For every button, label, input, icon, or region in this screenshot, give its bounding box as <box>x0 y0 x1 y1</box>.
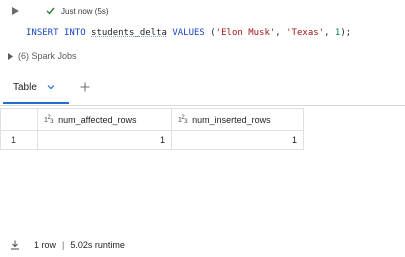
code-keyword: INSERT <box>26 28 59 38</box>
column-header-label: num_inserted_rows <box>192 114 271 125</box>
table-header-row: 123 num_affected_rows 123 num_inserted_r… <box>0 108 304 131</box>
code-punct: ); <box>340 28 352 38</box>
code-string: 'Elon Musk' <box>215 28 276 38</box>
code-keyword: VALUES <box>172 28 205 38</box>
run-cell-icon[interactable] <box>10 6 20 16</box>
column-header-num-affected-rows[interactable]: 123 num_affected_rows <box>37 108 172 131</box>
results-tabs: Table <box>0 72 405 106</box>
integer-type-icon: 123 <box>178 114 188 125</box>
row-index: 1 <box>0 130 38 150</box>
row-count: 1 row <box>34 240 57 250</box>
add-tab-icon[interactable] <box>79 81 91 93</box>
status-text: Just now (5s) <box>61 6 109 16</box>
notebook-cell: Just now (5s) INSERT INTO students_delta… <box>0 0 405 257</box>
code-keyword: INTO <box>63 28 86 38</box>
column-header-label: num_affected_rows <box>58 114 137 125</box>
check-icon <box>46 7 55 15</box>
index-column-header <box>0 108 38 131</box>
execution-status: Just now (5s) <box>46 5 109 17</box>
footer-separator: | <box>62 240 65 250</box>
column-header-num-inserted-rows[interactable]: 123 num_inserted_rows <box>171 108 304 131</box>
table-cell[interactable]: 1 <box>37 130 172 150</box>
spark-jobs-label: (6) Spark Jobs <box>18 51 77 61</box>
runtime-text: 5.02s runtime <box>70 240 125 250</box>
integer-type-icon: 123 <box>44 114 54 125</box>
code-punct: , <box>275 28 287 38</box>
tab-table-label: Table <box>13 81 37 93</box>
tab-table[interactable]: Table <box>3 72 69 104</box>
code-punct: , <box>324 28 335 38</box>
chevron-down-icon[interactable] <box>47 84 55 90</box>
table-row: 1 1 1 <box>0 130 304 150</box>
code-editor[interactable]: INSERT INTO students_delta VALUES ('Elon… <box>26 28 351 38</box>
download-icon[interactable] <box>10 240 20 250</box>
spark-jobs-toggle[interactable]: (6) Spark Jobs <box>8 51 77 61</box>
results-footer: 1 row | 5.02s runtime <box>10 240 125 250</box>
results-table: 123 num_affected_rows 123 num_inserted_r… <box>0 108 304 150</box>
code-table-name[interactable]: students_delta <box>91 28 167 38</box>
chevron-right-icon <box>8 52 13 60</box>
table-cell[interactable]: 1 <box>171 130 304 150</box>
code-string: 'Texas' <box>286 28 325 38</box>
